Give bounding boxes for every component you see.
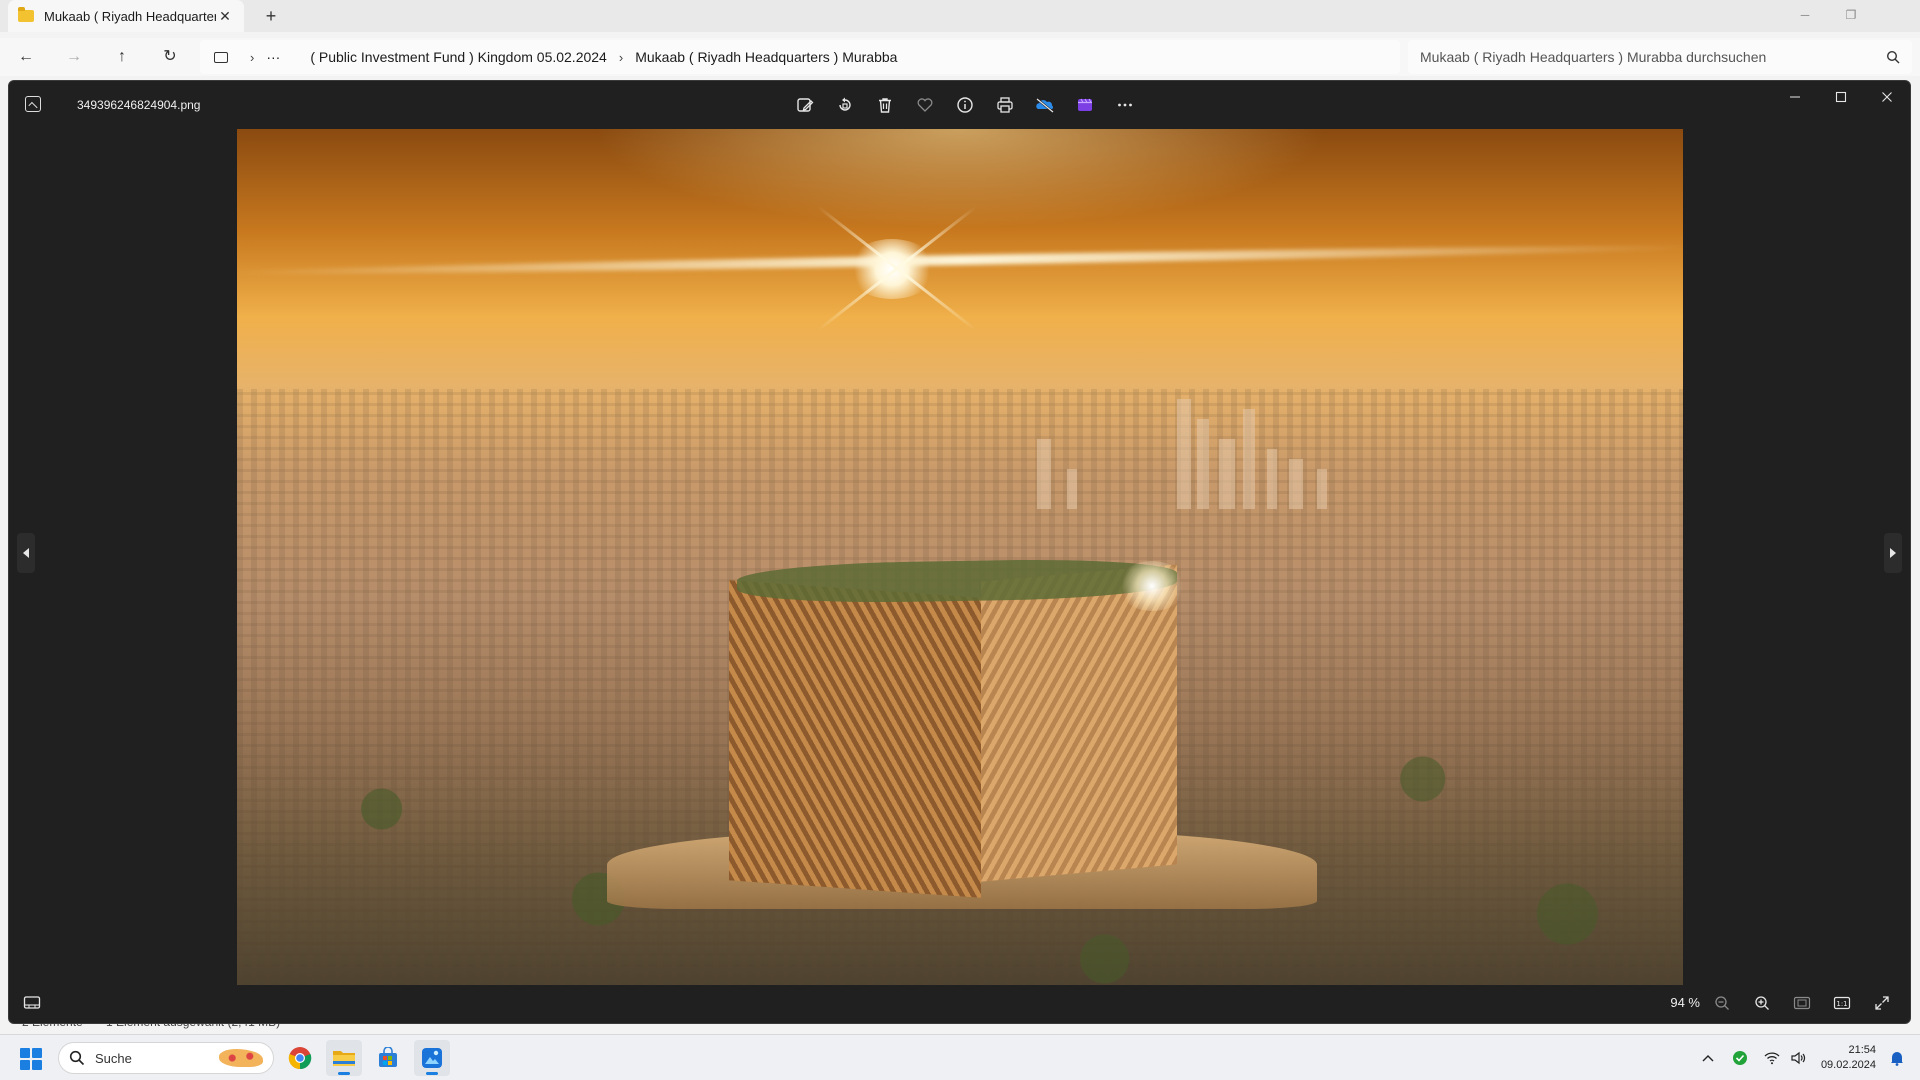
up-arrow-icon[interactable]: ↑ — [108, 44, 136, 70]
new-tab-button[interactable]: + — [258, 4, 284, 28]
clock-time: 21:54 — [1848, 1044, 1876, 1056]
chevron-right-icon[interactable]: › — [619, 50, 623, 65]
windows-start-icon[interactable] — [20, 1048, 42, 1070]
taskbar-clock[interactable]: 21:54 09.02.2024 — [1821, 1043, 1876, 1073]
viewer-bottom-bar: 94 % 1:1 — [9, 983, 1910, 1023]
tab-strip: Mukaab ( Riyadh Headquarter ✕ + ─ ❐ — [0, 0, 1920, 32]
search-icon — [69, 1050, 85, 1066]
maximize-icon[interactable] — [1818, 81, 1864, 113]
navigation-bar: ← → ↑ ↻ › ··· ( Public Investment Fund )… — [0, 38, 1920, 76]
folder-icon — [18, 7, 34, 22]
close-icon[interactable] — [1874, 0, 1920, 30]
this-pc-icon — [214, 51, 228, 63]
photos-app-icon[interactable] — [414, 1040, 450, 1076]
search-placeholder: Mukaab ( Riyadh Headquarters ) Murabba d… — [1420, 49, 1767, 65]
cube-left-face — [729, 580, 981, 898]
zoom-level: 94 % — [1670, 995, 1700, 1010]
search-input[interactable]: Mukaab ( Riyadh Headquarters ) Murabba d… — [1408, 40, 1912, 74]
chevron-right-icon[interactable]: › — [250, 50, 254, 65]
actual-size-icon[interactable]: 1:1 — [1826, 991, 1858, 1015]
print-icon[interactable] — [989, 91, 1021, 119]
explorer-window-controls: ─ ❐ — [1782, 0, 1920, 32]
tab-title: Mukaab ( Riyadh Headquarter — [44, 8, 216, 24]
security-check-icon[interactable] — [1727, 1045, 1753, 1071]
fit-to-window-icon[interactable] — [1786, 991, 1818, 1015]
viewer-title-bar: 349396246824904.png — [9, 81, 1910, 129]
favorite-icon[interactable] — [909, 91, 941, 119]
taskbar: Suche 21:54 09.02.2024 — [0, 1034, 1920, 1080]
viewer-window-controls — [1772, 81, 1910, 113]
chevron-right-icon — [1890, 548, 1896, 558]
notification-bell-icon[interactable] — [1884, 1045, 1910, 1071]
photos-app-icon — [25, 96, 41, 112]
address-bar[interactable]: › ··· ( Public Investment Fund ) Kingdom… — [200, 40, 1400, 74]
chevron-left-icon — [23, 548, 29, 558]
next-image-button[interactable] — [1884, 533, 1902, 573]
clipchamp-icon[interactable] — [1069, 91, 1101, 119]
cube-light-flare — [1117, 561, 1187, 611]
breadcrumb-item-folder-1[interactable]: ( Public Investment Fund ) Kingdom 05.02… — [310, 49, 607, 65]
file-name: 349396246824904.png — [77, 98, 201, 112]
search-icon — [1886, 50, 1900, 64]
breadcrumb-item-folder-2[interactable]: Mukaab ( Riyadh Headquarters ) Murabba — [635, 49, 897, 65]
forward-arrow-icon[interactable]: → — [60, 44, 88, 70]
file-explorer-icon[interactable] — [326, 1040, 362, 1076]
breadcrumb-more[interactable]: ··· — [266, 49, 280, 65]
explorer-tab[interactable]: Mukaab ( Riyadh Headquarter ✕ — [8, 0, 244, 32]
chevron-up-icon[interactable] — [1695, 1045, 1721, 1071]
wifi-icon[interactable] — [1759, 1045, 1785, 1071]
previous-image-button[interactable] — [17, 533, 35, 573]
cube-right-face — [981, 564, 1177, 882]
more-icon[interactable] — [1109, 91, 1141, 119]
system-tray: 21:54 09.02.2024 — [1695, 1035, 1920, 1080]
filmstrip-icon[interactable] — [23, 995, 41, 1016]
delete-icon[interactable] — [869, 91, 901, 119]
minimize-icon[interactable] — [1772, 81, 1818, 113]
restore-icon[interactable]: ❐ — [1828, 0, 1874, 30]
info-icon[interactable] — [949, 91, 981, 119]
volume-icon[interactable] — [1785, 1045, 1811, 1071]
displayed-image[interactable] — [237, 129, 1683, 985]
clock-date: 09.02.2024 — [1820, 1059, 1876, 1071]
viewer-toolbar — [789, 91, 1141, 119]
photos-viewer-window: 349396246824904.png 94 % 1:1 — [8, 80, 1911, 1024]
tab-close-icon[interactable]: ✕ — [216, 8, 234, 25]
refresh-icon[interactable]: ↻ — [156, 44, 184, 70]
svg-text:1:1: 1:1 — [1836, 1000, 1847, 1008]
taskbar-search[interactable]: Suche — [58, 1042, 274, 1074]
chrome-icon[interactable] — [282, 1040, 318, 1076]
zoom-in-icon[interactable] — [1746, 991, 1778, 1015]
search-highlight-pizza-icon — [219, 1049, 263, 1067]
fullscreen-icon[interactable] — [1866, 991, 1898, 1015]
edit-icon[interactable] — [789, 91, 821, 119]
zoom-controls: 1:1 — [1706, 991, 1898, 1015]
onedrive-icon[interactable] — [1029, 91, 1061, 119]
back-arrow-icon[interactable]: ← — [12, 44, 40, 70]
rotate-icon[interactable] — [829, 91, 861, 119]
horizon-glow — [237, 241, 1683, 279]
skyline — [1027, 399, 1347, 509]
zoom-out-icon[interactable] — [1706, 991, 1738, 1015]
close-icon[interactable] — [1864, 81, 1910, 113]
microsoft-store-icon[interactable] — [370, 1040, 406, 1076]
taskbar-search-label: Suche — [95, 1050, 132, 1066]
minimize-icon[interactable]: ─ — [1782, 0, 1828, 30]
